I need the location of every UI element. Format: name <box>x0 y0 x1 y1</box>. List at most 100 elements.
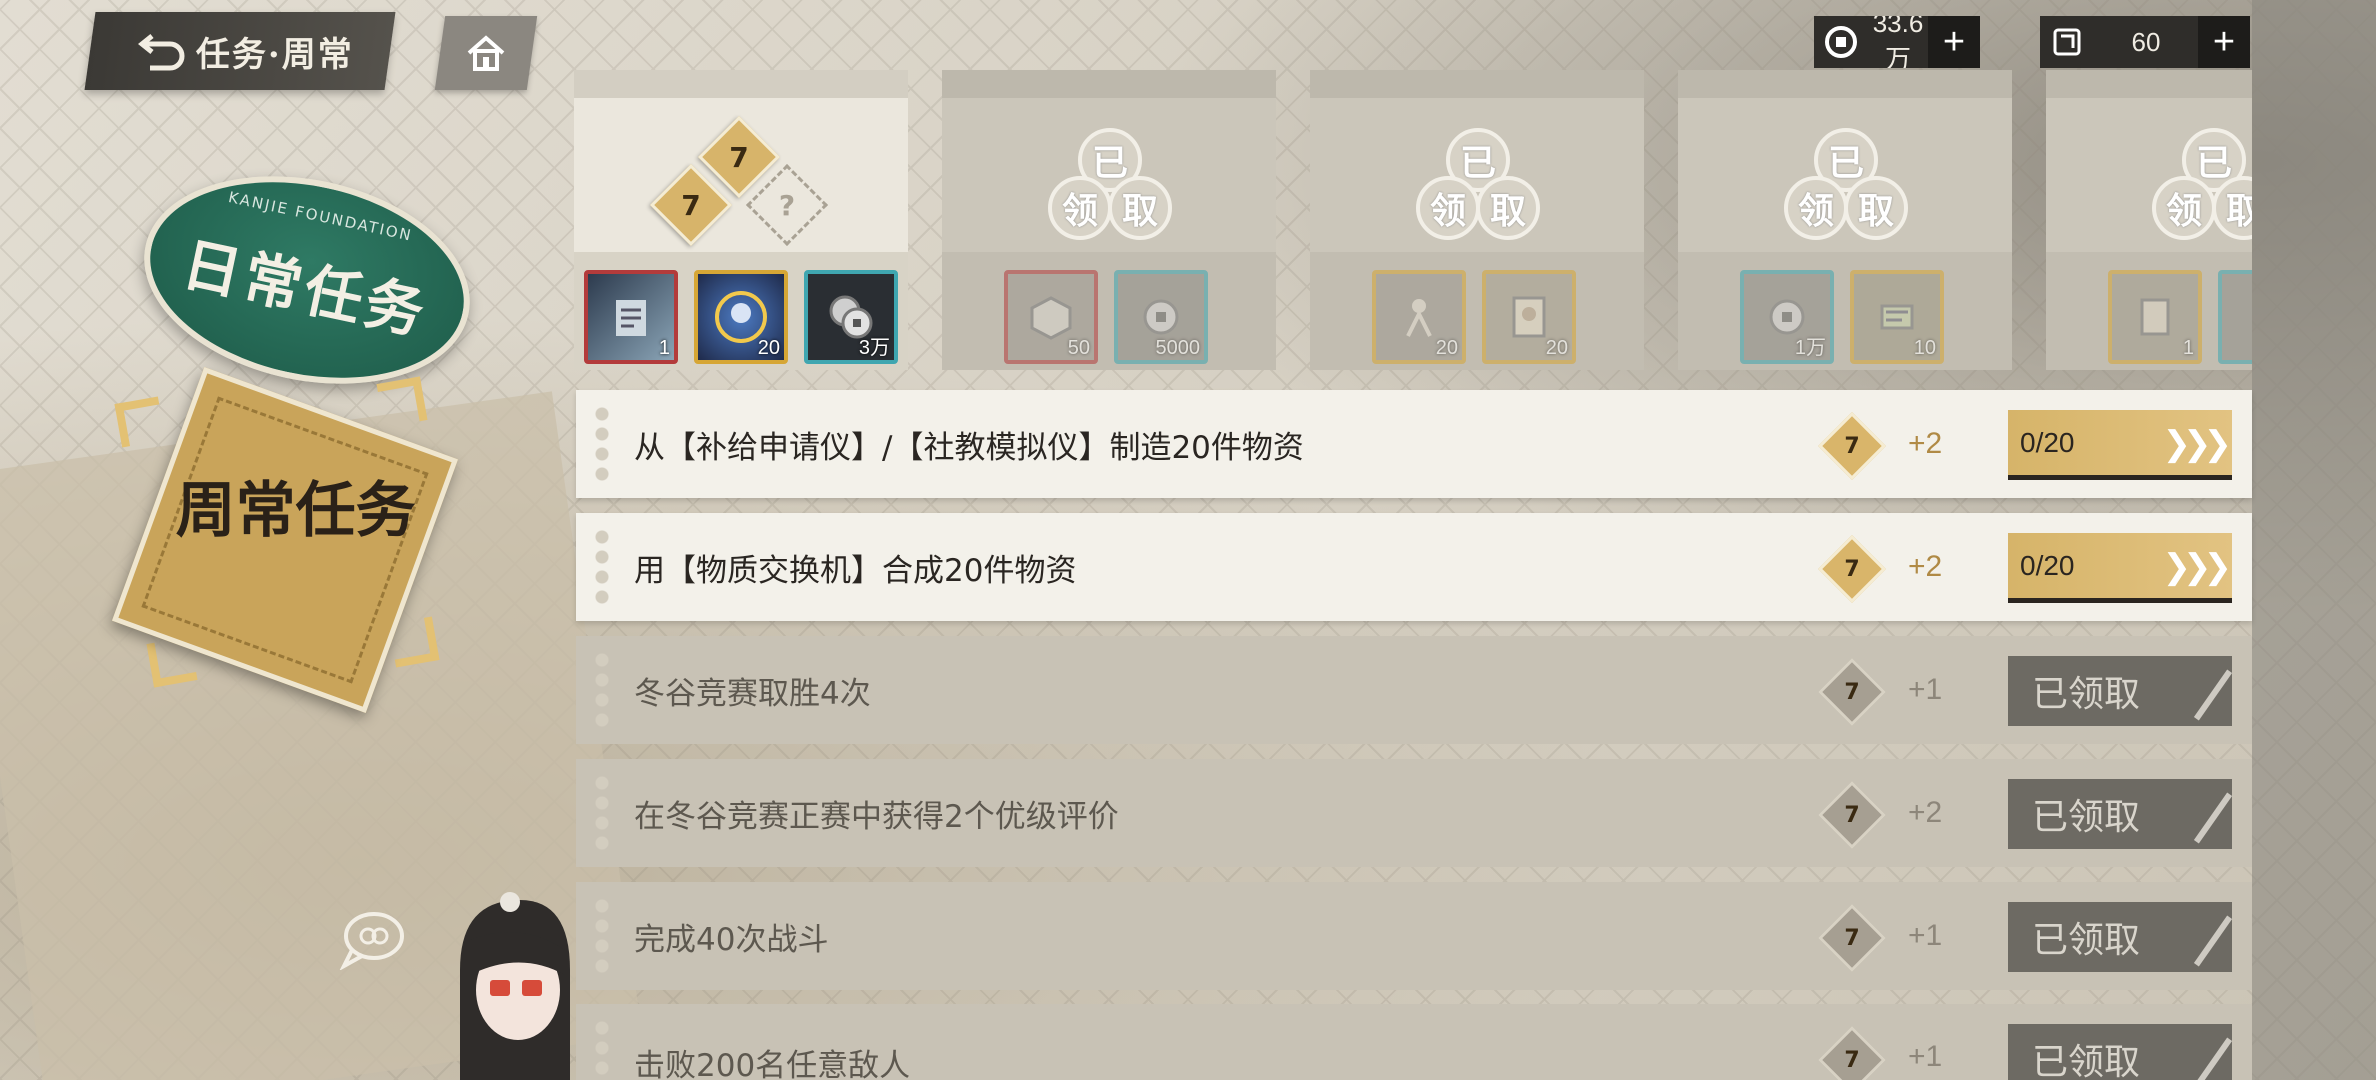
claimed-seal-char: 领 <box>1784 176 1848 240</box>
task-points: +1 <box>1908 1040 1943 1073</box>
paper-holes <box>594 650 610 730</box>
reward-tier-5[interactable]: 已 领 取 1 <box>2046 70 2252 370</box>
reward-tier-items-bg <box>1678 252 2012 370</box>
home-icon <box>467 35 505 71</box>
paper-holes <box>594 1018 610 1080</box>
task-label: 从【补给申请仪】/【社教模拟仪】制造20件物资 <box>634 429 1304 466</box>
reward-qty: 1 <box>658 337 670 359</box>
selection-corner <box>114 396 166 448</box>
coin-stack-icon <box>1143 299 1179 335</box>
reward-tier-1[interactable]: 7 7 ? 1 20 3万 <box>574 70 908 370</box>
claimed-seal: 已 领 取 <box>1416 128 1540 252</box>
currency-ticket: 60 + <box>2040 16 2250 68</box>
claimed-seal: 已 领 取 <box>1048 128 1172 252</box>
go-button[interactable]: 0/20 ❯❯❯ <box>2008 410 2232 480</box>
paper-holes <box>594 404 610 484</box>
reward-item[interactable]: 20 <box>1482 270 1576 364</box>
ticket-icon <box>2040 16 2094 68</box>
claimed-seal: 已 领 取 <box>2152 128 2252 252</box>
paper-holes <box>594 527 610 607</box>
character-avatar[interactable] <box>440 880 580 1080</box>
task-row[interactable]: 完成40次战斗 7 +1 已领取 <box>576 882 2252 990</box>
figure-icon <box>1406 299 1432 337</box>
document-icon <box>616 300 646 336</box>
task-label: 在冬谷竞赛正赛中获得2个优级评价 <box>634 798 1119 835</box>
claimed-button[interactable]: 已领取 <box>2008 779 2232 849</box>
module-icon <box>1880 304 1914 330</box>
task-points: +1 <box>1908 673 1943 706</box>
reward-qty: 20 <box>1435 337 1458 359</box>
currency-coin: 33.6万 + <box>1814 16 1980 68</box>
add-ticket-button[interactable]: + <box>2198 16 2250 68</box>
home-button[interactable] <box>434 16 538 90</box>
reward-item[interactable]: 1 <box>2108 270 2202 364</box>
task-row[interactable]: 冬谷竞赛取胜4次 7 +1 已领取 <box>576 636 2252 744</box>
ticket-amount: 60 <box>2131 26 2161 57</box>
task-row[interactable]: 在冬谷竞赛正赛中获得2个优级评价 7 +2 已领取 <box>576 759 2252 867</box>
task-points: +2 <box>1908 796 1943 829</box>
claimed-seal-char: 领 <box>1048 176 1112 240</box>
reward-tier-items-bg <box>1310 252 1644 370</box>
claimed-seal-char: 取 <box>1476 176 1540 240</box>
add-coin-button[interactable]: + <box>1928 16 1980 68</box>
reward-item[interactable]: 5000 <box>1114 270 1208 364</box>
task-points: +2 <box>1908 427 1943 460</box>
claimed-seal-char: 领 <box>2152 176 2216 240</box>
task-row[interactable]: 击败200名任意敌人 7 +1 已领取 <box>576 1004 2252 1080</box>
reward-qty: 20 <box>757 337 780 359</box>
task-label: 击败200名任意敌人 <box>634 1048 911 1080</box>
task-progress: 0/20 <box>2020 426 2075 458</box>
task-label: 冬谷竞赛取胜4次 <box>634 675 871 712</box>
coin-icon <box>1814 16 1868 68</box>
task-progress: 0/20 <box>2020 549 2075 581</box>
task-points: +1 <box>1908 919 1943 952</box>
card-icon <box>1512 296 1546 338</box>
reward-item[interactable]: 3万 <box>804 270 898 364</box>
background-paper-scrap <box>2252 0 2376 1080</box>
reward-qty: 50 <box>1067 337 1090 359</box>
reward-tier-2[interactable]: 已 领 取 50 5000 <box>942 70 1276 370</box>
reward-item[interactable]: 10 <box>1850 270 1944 364</box>
back-arrow-icon <box>138 34 185 71</box>
weekly-badge-label: 周常任务 <box>175 475 416 546</box>
reward-item[interactable]: 20 <box>1372 270 1466 364</box>
reward-item[interactable]: 50 <box>1004 270 1098 364</box>
reward-tier-4[interactable]: 已 领 取 1万 10 <box>1678 70 2012 370</box>
claimed-button[interactable]: 已领取 <box>2008 902 2232 972</box>
point-diamond-icon: 7 <box>1818 535 1886 603</box>
reward-item[interactable]: 1万 <box>1740 270 1834 364</box>
cube-icon <box>1030 296 1072 340</box>
back-button[interactable]: 任务·周常 <box>84 12 396 90</box>
chat-icon[interactable] <box>338 906 408 971</box>
claimed-seal: 已 领 取 <box>1784 128 1908 252</box>
claimed-seal-char: 领 <box>1416 176 1480 240</box>
task-label: 完成40次战斗 <box>634 921 829 958</box>
claimed-seal-char: 取 <box>1108 176 1172 240</box>
reward-qty: 3万 <box>858 337 890 359</box>
reward-item[interactable]: 20 <box>694 270 788 364</box>
claimed-button[interactable]: 已领取 <box>2008 1024 2232 1080</box>
paper-holes <box>594 773 610 853</box>
point-diamond-icon: 7 <box>1818 658 1886 726</box>
reward-tier-3[interactable]: 已 领 取 20 20 <box>1310 70 1644 370</box>
point-diamond-icon: 7 <box>1818 412 1886 480</box>
document-icon <box>2140 298 2170 336</box>
task-points: +2 <box>1908 550 1943 583</box>
page-title: 任务·周常 <box>196 34 354 75</box>
task-row[interactable]: 从【补给申请仪】/【社教模拟仪】制造20件物资 7 +2 0/20 ❯❯❯ <box>576 390 2252 498</box>
point-diamond-icon: 7 <box>1818 1026 1886 1080</box>
reward-qty: 1 <box>2182 337 2194 359</box>
reward-tier-items-bg <box>942 252 1276 370</box>
reward-item[interactable] <box>2218 270 2252 364</box>
claimed-button[interactable]: 已领取 <box>2008 656 2232 726</box>
reward-item[interactable]: 1 <box>584 270 678 364</box>
chevron-right-icon: ❯❯❯ <box>2162 548 2233 586</box>
task-row[interactable]: 用【物质交换机】合成20件物资 7 +2 0/20 ❯❯❯ <box>576 513 2252 621</box>
reward-qty: 5000 <box>1155 337 1201 359</box>
task-label: 用【物质交换机】合成20件物资 <box>634 552 1077 589</box>
point-diamond-icon: 7 <box>1818 904 1886 972</box>
go-button[interactable]: 0/20 ❯❯❯ <box>2008 533 2232 603</box>
reward-tiers: 7 7 ? 1 20 3万 已 领 取 50 5000 已 领 取 20 20 … <box>574 70 2252 374</box>
claimed-seal-char: 取 <box>1844 176 1908 240</box>
reward-qty: 1万 <box>1794 337 1826 359</box>
